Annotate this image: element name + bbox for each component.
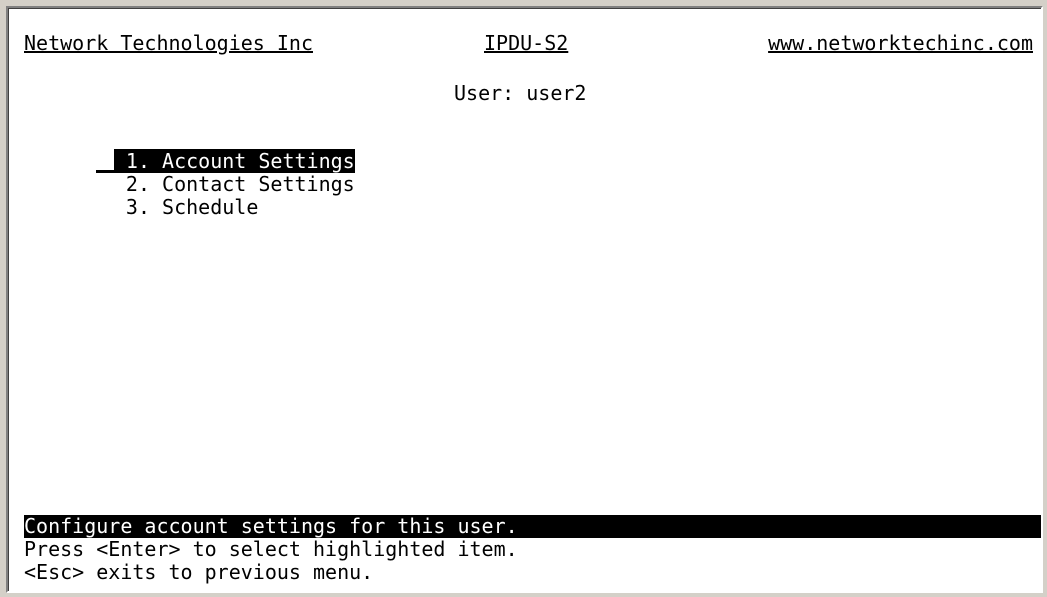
menu-item-number: 3. — [125, 195, 150, 219]
current-user-label: User: user2 — [454, 81, 587, 105]
device-model: IPDU-S2 — [484, 31, 569, 55]
menu-item-contact-settings[interactable]: 2. Contact Settings — [96, 173, 355, 196]
menu-item-label: Account Settings — [162, 149, 355, 173]
menu-item-label: Contact Settings — [162, 172, 355, 196]
user-settings-menu: 1. Account Settings 2. Contact Settings … — [96, 149, 355, 219]
menu-item-label: Schedule — [162, 195, 259, 219]
status-description-bar: Configure account settings for this user… — [24, 515, 1041, 538]
menu-item-number: 1. — [125, 149, 150, 173]
esc-hint: <Esc> exits to previous menu. — [24, 560, 374, 584]
company-name: Network Technologies Inc — [24, 31, 313, 55]
terminal-window: Network Technologies Inc IPDU-S2 www.net… — [6, 6, 1043, 593]
menu-item-schedule[interactable]: 3. Schedule — [96, 196, 355, 219]
website-link: www.networktechinc.com — [768, 31, 1033, 55]
menu-item-number: 2. — [125, 172, 150, 196]
enter-hint: Press <Enter> to select highlighted item… — [24, 537, 518, 561]
menu-item-account-settings[interactable]: 1. Account Settings — [96, 149, 355, 173]
